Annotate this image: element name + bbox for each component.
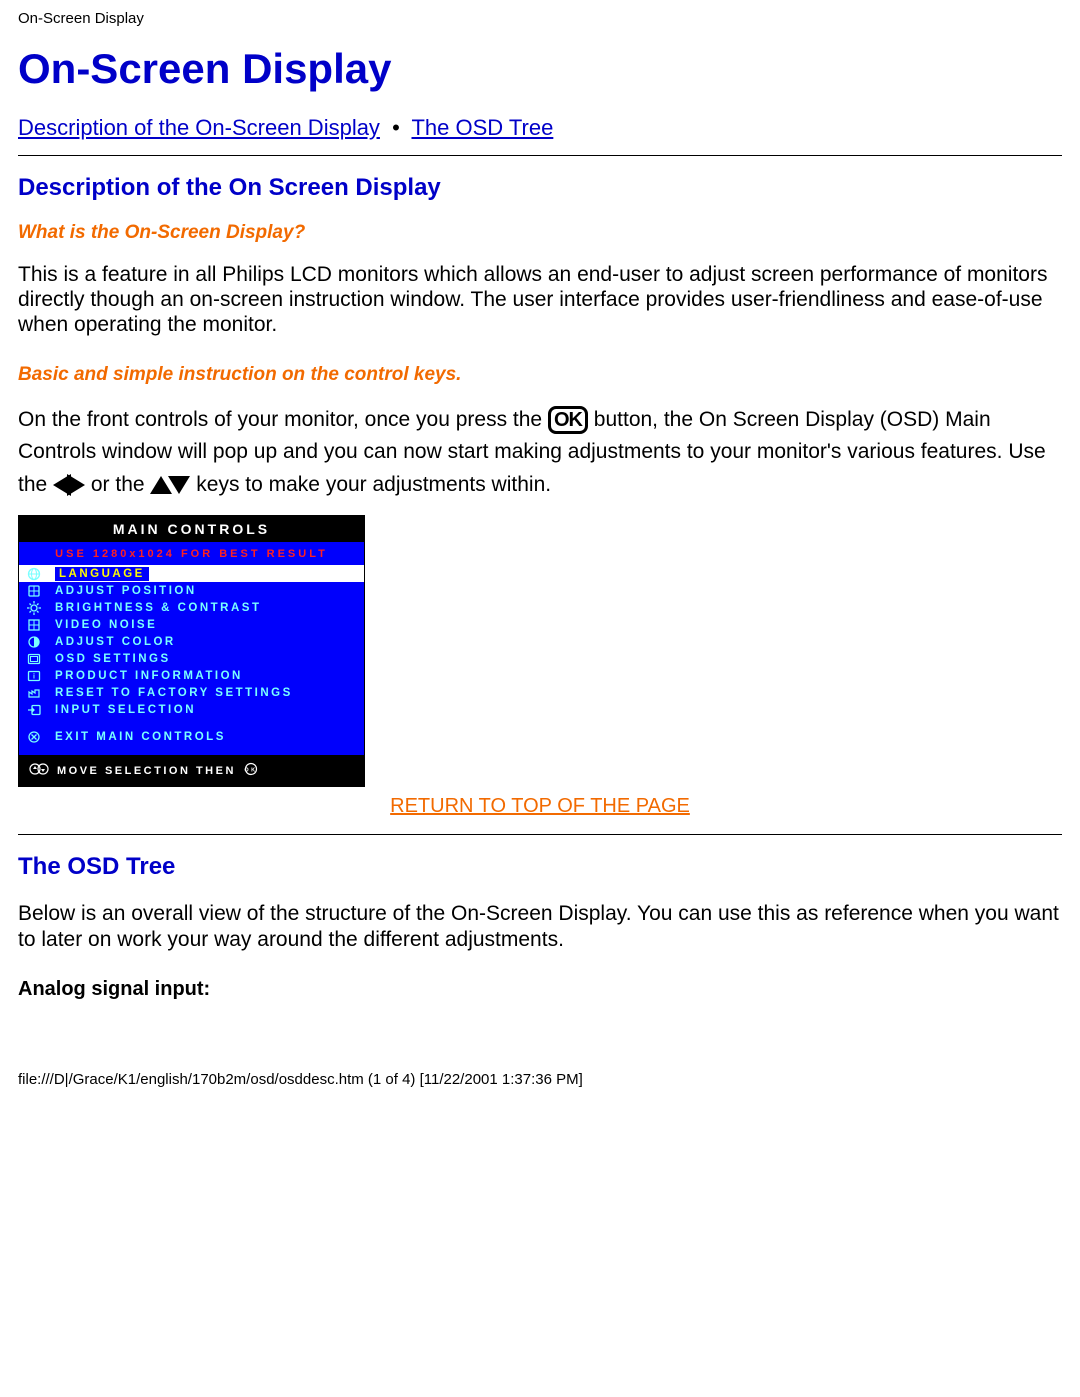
return-to-top-wrap: RETURN TO TOP OF THE PAGE (18, 795, 1062, 818)
position-icon (27, 584, 43, 598)
page-header-label: On-Screen Display (18, 10, 1062, 27)
link-description[interactable]: Description of the On-Screen Display (18, 115, 380, 140)
osd-footer: MOVE SELECTION THEN OK (19, 755, 364, 786)
left-right-arrows-icon (53, 469, 85, 502)
osd-item-video-noise[interactable]: VIDEO NOISE (19, 616, 364, 633)
osd-main-controls-panel: MAIN CONTROLS USE 1280x1024 FOR BEST RES… (18, 515, 365, 787)
para-instruction: On the front controls of your monitor, o… (18, 404, 1062, 502)
section-heading-osd-tree: The OSD Tree (18, 853, 1062, 881)
osd-item-product-info[interactable]: i PRODUCT INFORMATION (19, 667, 364, 684)
subheading-what-is-osd: What is the On-Screen Display? (18, 222, 1062, 244)
osd-item-label: EXIT MAIN CONTROLS (55, 731, 226, 743)
return-to-top-link[interactable]: RETURN TO TOP OF THE PAGE (390, 795, 690, 817)
osd-item-label: VIDEO NOISE (55, 619, 157, 631)
osd-item-osd-settings[interactable]: OSD SETTINGS (19, 650, 364, 667)
info-icon: i (27, 669, 43, 683)
osd-item-label: BRIGHTNESS & CONTRAST (55, 602, 261, 614)
exit-icon (27, 730, 43, 744)
osd-footer-text: MOVE SELECTION THEN (57, 765, 236, 777)
osd-item-input-selection[interactable]: INPUT SELECTION (19, 701, 364, 718)
osd-item-label: OSD SETTINGS (55, 653, 171, 665)
text-fragment: keys to make your adjustments within. (196, 473, 551, 496)
factory-icon (27, 686, 43, 700)
osd-item-language[interactable]: LANGUAGE (19, 565, 364, 582)
text-fragment: On the front controls of your monitor, o… (18, 408, 548, 431)
osd-item-label: INPUT SELECTION (55, 704, 196, 716)
osd-item-label: ADJUST POSITION (55, 585, 197, 597)
page-title: On-Screen Display (18, 45, 1062, 93)
link-osd-tree[interactable]: The OSD Tree (411, 115, 553, 140)
divider (18, 834, 1062, 835)
svg-text:i: i (33, 673, 35, 680)
globe-icon (27, 567, 43, 581)
osd-item-reset-factory[interactable]: RESET TO FACTORY SETTINGS (19, 684, 364, 701)
section-heading-description: Description of the On Screen Display (18, 174, 1062, 202)
updown-icon (29, 763, 49, 778)
subheading-basic-instruction: Basic and simple instruction on the cont… (18, 364, 1062, 386)
breadcrumb: Description of the On-Screen Display • T… (18, 115, 1062, 141)
osd-item-adjust-position[interactable]: ADJUST POSITION (19, 582, 364, 599)
para-what-is-osd: This is a feature in all Philips LCD mon… (18, 262, 1062, 338)
text-fragment: or the (91, 473, 151, 496)
osd-resolution-warning: USE 1280x1024 FOR BEST RESULT (19, 542, 364, 565)
up-down-arrows-icon (150, 469, 190, 502)
ok-circle-icon: OK (244, 762, 258, 779)
para-osd-tree: Below is an overall view of the structur… (18, 901, 1062, 951)
page-footer-path: file:///D|/Grace/K1/english/170b2m/osd/o… (0, 1031, 1080, 1098)
svg-text:OK: OK (244, 768, 257, 774)
divider (18, 155, 1062, 156)
grid-icon (27, 618, 43, 632)
osd-item-label: LANGUAGE (55, 567, 149, 581)
window-icon (27, 652, 43, 666)
subheading-analog-input: Analog signal input: (18, 978, 1062, 1001)
osd-item-label: RESET TO FACTORY SETTINGS (55, 687, 293, 699)
ok-icon: OK (548, 406, 588, 434)
nav-separator: • (386, 115, 406, 140)
brightness-icon (27, 601, 43, 615)
input-icon (27, 703, 43, 717)
osd-item-adjust-color[interactable]: ADJUST COLOR (19, 633, 364, 650)
osd-title: MAIN CONTROLS (19, 516, 364, 542)
osd-item-label: ADJUST COLOR (55, 636, 176, 648)
osd-item-brightness-contrast[interactable]: BRIGHTNESS & CONTRAST (19, 599, 364, 616)
osd-item-exit[interactable]: EXIT MAIN CONTROLS (19, 728, 364, 745)
color-icon (27, 635, 43, 649)
osd-item-label: PRODUCT INFORMATION (55, 670, 243, 682)
